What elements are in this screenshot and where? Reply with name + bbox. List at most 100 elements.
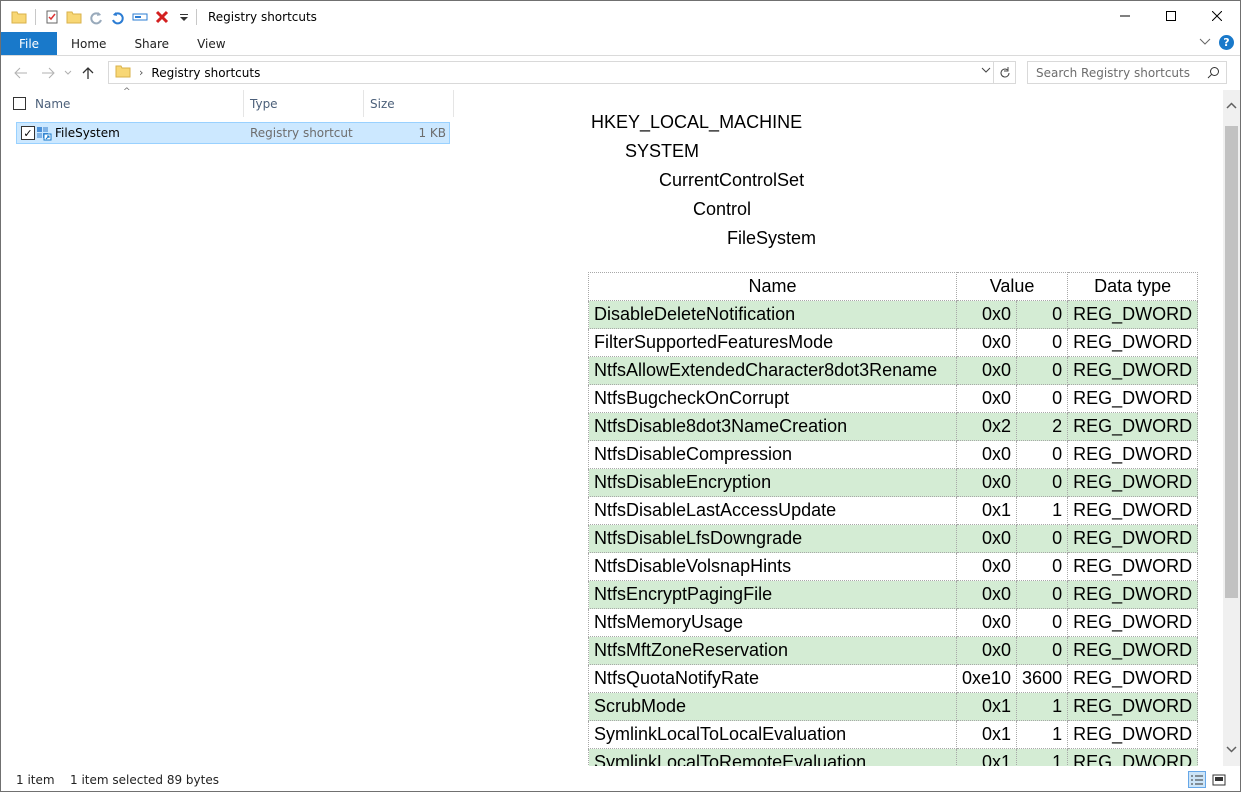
table-row: NtfsDisableEncryption 0x0 0 REG_DWORD xyxy=(588,468,1199,497)
value-hex-cell: 0x2 xyxy=(955,412,1018,441)
maximize-button[interactable] xyxy=(1148,1,1194,31)
value-hex-cell: 0x1 xyxy=(955,720,1018,749)
row-checkbox[interactable]: ✓ xyxy=(21,126,35,140)
value-decimal-cell: 0 xyxy=(1016,384,1069,413)
table-row: NtfsDisableLastAccessUpdate 0x1 1 REG_DWORD xyxy=(588,496,1199,525)
search-icon[interactable] xyxy=(1207,66,1220,82)
table-row: SymlinkLocalToRemoteEvaluation 0x1 1 REG_DW… xyxy=(588,748,1199,766)
file-row[interactable]: ✓ FileSystem Registry shortcut 1 KB xyxy=(16,122,450,144)
value-type-cell: REG_DWORD xyxy=(1067,384,1199,413)
registry-path-level-1: SYSTEM xyxy=(625,141,700,161)
registry-path-root: HKEY_LOCAL_MACHINE xyxy=(591,112,803,132)
value-decimal-cell: 0 xyxy=(1016,580,1069,609)
forward-button[interactable] xyxy=(35,59,61,87)
explorer-window: Registry shortcuts File Home Share View … xyxy=(0,0,1241,792)
expand-ribbon-chevron-icon[interactable] xyxy=(1199,36,1211,50)
value-decimal-cell: 1 xyxy=(1016,748,1069,766)
value-type-cell: REG_DWORD xyxy=(1067,524,1199,553)
value-type-cell: REG_DWORD xyxy=(1067,748,1199,766)
value-type-cell: REG_DWORD xyxy=(1067,664,1199,693)
table-row: NtfsEncryptPagingFile 0x0 0 REG_DWORD xyxy=(588,580,1199,609)
large-icons-view-icon[interactable] xyxy=(1210,771,1228,788)
window-controls xyxy=(1102,1,1240,31)
registry-path-level-2: CurrentControlSet xyxy=(659,170,805,190)
value-decimal-cell: 0 xyxy=(1016,328,1069,357)
select-all-checkbox[interactable] xyxy=(13,97,26,110)
details-view-icon[interactable] xyxy=(1188,771,1206,788)
table-row: NtfsQuotaNotifyRate 0xe10 3600 REG_DWORD xyxy=(588,664,1199,693)
value-name-cell: NtfsQuotaNotifyRate xyxy=(588,664,957,693)
properties-icon[interactable] xyxy=(43,8,61,26)
title-bar: Registry shortcuts xyxy=(1,1,1240,32)
file-size: 1 KB xyxy=(418,126,446,140)
column-divider[interactable] xyxy=(243,90,244,117)
table-header-data-type: Data type xyxy=(1067,272,1199,301)
recent-locations-chevron-icon[interactable] xyxy=(61,59,75,87)
folder-icon xyxy=(10,8,28,26)
column-header-size[interactable]: Size xyxy=(370,90,395,117)
value-name-cell: FilterSupportedFeaturesMode xyxy=(588,328,957,357)
value-name-cell: NtfsMemoryUsage xyxy=(588,608,957,637)
file-list-pane: ^ Name Type Size ✓ FileSystem Registry s… xyxy=(1,87,576,766)
column-header-name[interactable]: Name xyxy=(35,90,70,117)
value-hex-cell: 0x0 xyxy=(955,440,1018,469)
value-decimal-cell: 0 xyxy=(1016,356,1069,385)
value-hex-cell: 0x0 xyxy=(955,580,1018,609)
value-type-cell: REG_DWORD xyxy=(1067,552,1199,581)
tab-home[interactable]: Home xyxy=(57,32,120,55)
back-button[interactable] xyxy=(7,59,35,87)
table-row: NtfsDisableVolsnapHints 0x0 0 REG_DWORD xyxy=(588,552,1199,581)
rename-icon[interactable] xyxy=(131,8,149,26)
value-hex-cell: 0x1 xyxy=(955,496,1018,525)
value-decimal-cell: 0 xyxy=(1016,300,1069,329)
value-type-cell: REG_DWORD xyxy=(1067,720,1199,749)
value-type-cell: REG_DWORD xyxy=(1067,608,1199,637)
value-decimal-cell: 0 xyxy=(1016,524,1069,553)
delete-icon[interactable] xyxy=(153,8,171,26)
value-decimal-cell: 0 xyxy=(1016,440,1069,469)
column-divider[interactable] xyxy=(453,90,454,117)
status-selection: 1 item selected 89 bytes xyxy=(70,773,219,787)
file-name: FileSystem xyxy=(55,126,120,140)
scroll-up-chevron-icon[interactable] xyxy=(1226,102,1237,113)
value-hex-cell: 0x0 xyxy=(955,552,1018,581)
value-hex-cell: 0x1 xyxy=(955,748,1018,766)
scroll-down-chevron-icon[interactable] xyxy=(1226,745,1237,756)
help-icon[interactable]: ? xyxy=(1219,35,1234,50)
redo-icon[interactable] xyxy=(87,8,105,26)
refresh-button[interactable] xyxy=(993,62,1015,83)
table-header-name: Name xyxy=(588,272,957,301)
table-row: SymlinkLocalToLocalEvaluation 0x1 1 REG_DWO… xyxy=(588,720,1199,749)
address-bar[interactable]: › Registry shortcuts xyxy=(108,61,1016,84)
sort-ascending-icon: ^ xyxy=(123,87,131,97)
tab-file[interactable]: File xyxy=(1,32,57,55)
value-decimal-cell: 0 xyxy=(1016,552,1069,581)
table-row: ScrubMode 0x1 1 REG_DWORD xyxy=(588,692,1199,721)
value-type-cell: REG_DWORD xyxy=(1067,580,1199,609)
scrollbar-thumb[interactable] xyxy=(1225,126,1238,598)
preview-scrollbar[interactable] xyxy=(1223,90,1240,766)
new-folder-icon[interactable] xyxy=(65,8,83,26)
quick-access-toolbar xyxy=(10,8,193,26)
address-dropdown-chevron-icon[interactable] xyxy=(981,66,991,77)
ribbon: File Home Share View ? xyxy=(1,32,1240,56)
value-hex-cell: 0x1 xyxy=(955,692,1018,721)
undo-icon[interactable] xyxy=(109,8,127,26)
tab-share[interactable]: Share xyxy=(120,32,183,55)
minimize-button[interactable] xyxy=(1102,1,1148,31)
value-type-cell: REG_DWORD xyxy=(1067,468,1199,497)
column-divider[interactable] xyxy=(363,90,364,117)
tab-view[interactable]: View xyxy=(183,32,239,55)
column-header-type[interactable]: Type xyxy=(250,90,278,117)
close-button[interactable] xyxy=(1194,1,1240,31)
breadcrumb[interactable]: Registry shortcuts xyxy=(151,66,260,80)
value-decimal-cell: 2 xyxy=(1016,412,1069,441)
search-input[interactable]: Search Registry shortcuts xyxy=(1027,61,1227,84)
breadcrumb-separator-chevron-icon[interactable]: › xyxy=(139,66,143,79)
value-name-cell: NtfsMftZoneReservation xyxy=(588,636,957,665)
ribbon-right-controls: ? xyxy=(1199,35,1234,50)
value-decimal-cell: 0 xyxy=(1016,636,1069,665)
value-name-cell: ScrubMode xyxy=(588,692,957,721)
up-button[interactable] xyxy=(75,59,101,87)
customize-toolbar-chevron-icon[interactable] xyxy=(175,8,193,26)
